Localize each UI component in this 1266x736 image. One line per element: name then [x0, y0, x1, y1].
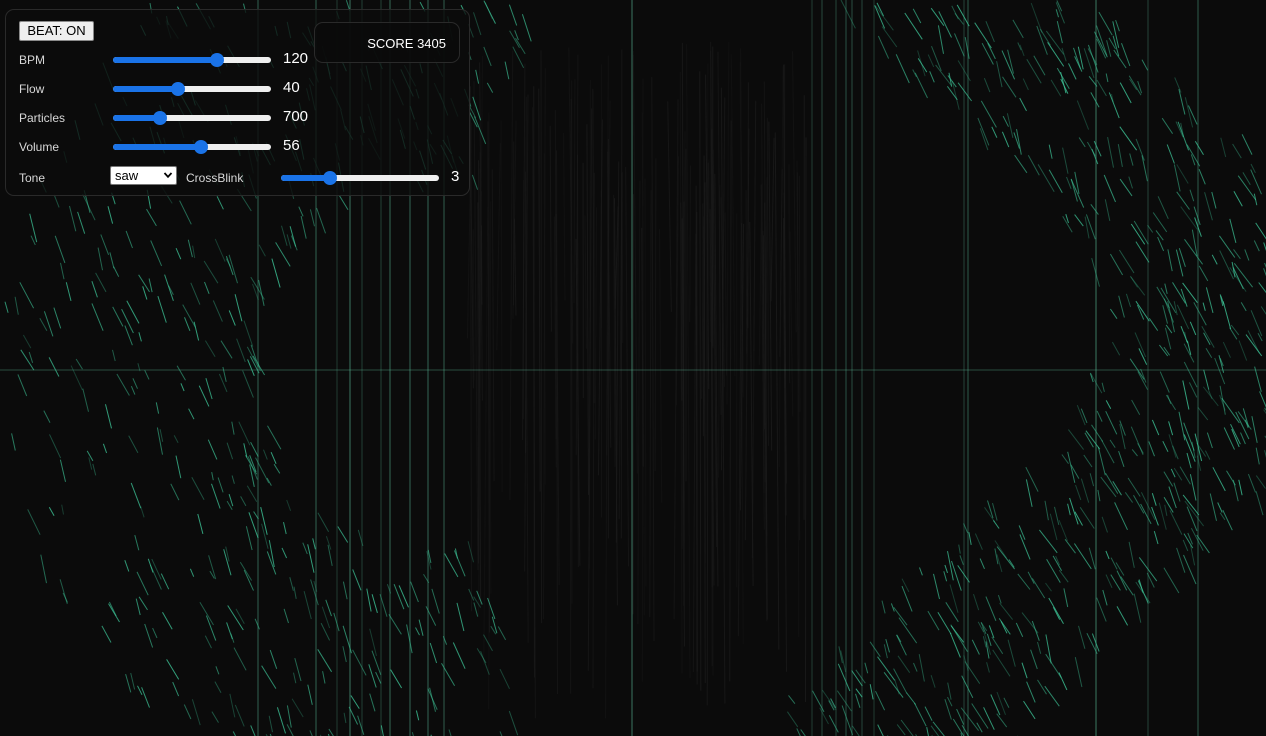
score-display: SCORE 3405: [367, 36, 446, 51]
tone-select[interactable]: saw: [110, 166, 177, 185]
volume-slider[interactable]: [113, 140, 271, 154]
tone-label: Tone: [19, 171, 46, 185]
crossblink-value: 3: [451, 168, 460, 185]
slider-thumb[interactable]: [323, 171, 337, 185]
control-row-tone: Tone saw CrossBlink 3: [19, 166, 464, 188]
slider-thumb[interactable]: [171, 82, 185, 96]
tone-selected-value: saw: [115, 168, 139, 183]
flow-label: Flow: [19, 82, 45, 96]
crossblink-label: CrossBlink: [186, 171, 244, 185]
flow-value: 40: [283, 79, 300, 96]
bpm-label: BPM: [19, 53, 46, 67]
flow-slider[interactable]: [113, 82, 271, 96]
crossblink-slider[interactable]: [281, 171, 439, 185]
particles-label: Particles: [19, 111, 66, 125]
slider-thumb[interactable]: [153, 111, 167, 125]
volume-label: Volume: [19, 140, 60, 154]
bpm-value: 120: [283, 50, 309, 67]
volume-value: 56: [283, 137, 300, 154]
slider-fill: [113, 86, 178, 92]
slider-thumb[interactable]: [210, 53, 224, 67]
particles-slider[interactable]: [113, 111, 271, 125]
control-panel: BEAT: ON SCORE 3405 BPM 120 Flow 40 Part…: [5, 9, 470, 196]
score-box: SCORE 3405: [314, 22, 460, 63]
slider-thumb[interactable]: [194, 140, 208, 154]
beat-toggle-button[interactable]: BEAT: ON: [19, 21, 94, 41]
slider-fill: [113, 144, 201, 150]
slider-fill: [113, 57, 217, 63]
visualizer-stage[interactable]: BEAT: ON SCORE 3405 BPM 120 Flow 40 Part…: [0, 0, 1266, 736]
chevron-down-icon: [163, 172, 173, 179]
bpm-slider[interactable]: [113, 53, 271, 67]
particles-value: 700: [283, 108, 309, 125]
